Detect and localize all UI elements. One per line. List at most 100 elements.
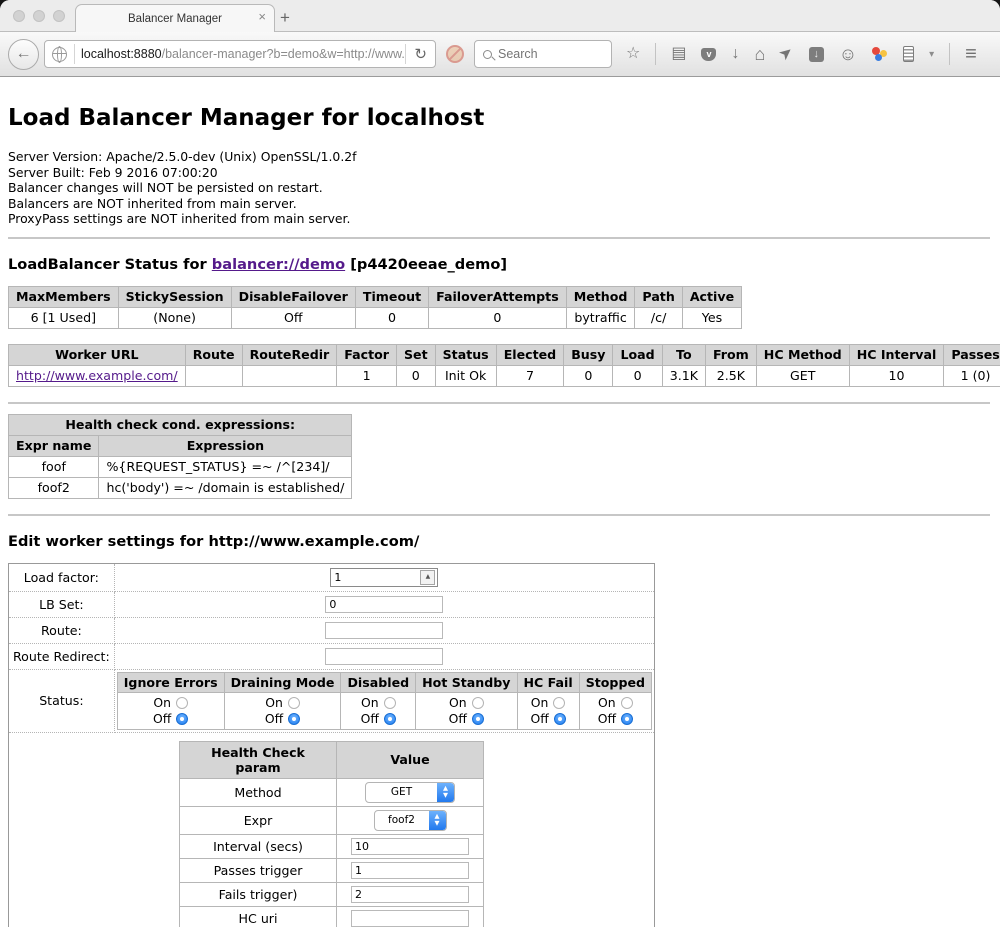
cell-passes: 1 (0) <box>944 365 1000 386</box>
minimize-window-button[interactable] <box>33 10 45 22</box>
reload-icon[interactable]: ↻ <box>406 45 435 63</box>
ignore-errors-on-radio[interactable] <box>176 697 188 709</box>
cell-timeout: 0 <box>355 307 428 328</box>
interval-input[interactable] <box>351 838 469 855</box>
reading-list-icon[interactable]: ▤ <box>671 46 686 62</box>
send-tab-icon[interactable]: ➤ <box>777 44 798 65</box>
search-bar[interactable] <box>474 40 612 68</box>
hc-row-interval: Interval (secs) <box>180 834 484 858</box>
url-bar[interactable]: localhost:8880/balancer-manager?b=demo&w… <box>44 40 436 68</box>
on-label: On <box>449 695 467 711</box>
downloads-icon[interactable]: ↓ <box>731 46 739 62</box>
draining-mode-on-radio[interactable] <box>288 697 300 709</box>
cell-status: Init Ok <box>435 365 496 386</box>
testpilot-dots-icon[interactable] <box>872 46 888 62</box>
on-label: On <box>598 695 616 711</box>
col-disabled: Disabled <box>341 672 416 692</box>
overflow-caret-icon[interactable]: ▾ <box>929 49 934 60</box>
divider <box>655 43 656 65</box>
search-input[interactable] <box>496 46 611 62</box>
new-tab-button[interactable]: + <box>280 8 290 28</box>
hc-uri-label: HC uri <box>180 906 337 927</box>
table-row: 6 [1 Used] (None) Off 0 0 bytraffic /c/ … <box>9 307 742 328</box>
feedback-smiley-icon[interactable]: ☺ <box>839 46 857 62</box>
bookmark-star-icon[interactable]: ☆ <box>626 46 640 62</box>
hc-fail-off-radio[interactable] <box>554 713 566 725</box>
col-worker-url: Worker URL <box>9 344 186 365</box>
status-cell-hot-standby: On Off <box>416 692 517 729</box>
stopped-off-radio[interactable] <box>621 713 633 725</box>
disabled-on-radio[interactable] <box>384 697 396 709</box>
route-input[interactable] <box>325 622 443 639</box>
panel-download-icon[interactable]: ↓ <box>809 47 824 62</box>
form-row-route-redirect: Route Redirect: <box>9 643 655 669</box>
number-spinner-icon[interactable]: ▲ <box>420 570 435 585</box>
status-cell-stopped: On Off <box>579 692 651 729</box>
route-label: Route: <box>9 617 115 643</box>
url-text[interactable]: localhost:8880/balancer-manager?b=demo&w… <box>75 47 405 61</box>
fails-input[interactable] <box>351 886 469 903</box>
nav-toolbar: ← localhost:8880/balancer-manager?b=demo… <box>0 32 1000 77</box>
load-factor-input[interactable]: 1 ▲ <box>330 568 438 587</box>
table-row: http://www.example.com/ 1 0 Init Ok 7 0 … <box>9 365 1000 386</box>
hc-uri-input[interactable] <box>351 910 469 927</box>
hot-standby-on-radio[interactable] <box>472 697 484 709</box>
form-row-route: Route: <box>9 617 655 643</box>
back-button[interactable]: ← <box>8 39 39 70</box>
lb-set-input[interactable] <box>325 596 443 613</box>
expr-select[interactable]: foof2 ▲▼ <box>374 810 447 831</box>
col-method: Method <box>566 286 635 307</box>
status-cell-draining-mode: On Off <box>224 692 341 729</box>
menu-icon[interactable]: ≡ <box>965 43 977 66</box>
cell-from: 2.5K <box>705 365 756 386</box>
off-label: Off <box>598 711 616 727</box>
cell-busy: 0 <box>564 365 613 386</box>
col-elected: Elected <box>496 344 564 365</box>
container-icon[interactable] <box>903 46 914 62</box>
table-header-row: MaxMembers StickySession DisableFailover… <box>9 286 742 307</box>
cell-stickysession: (None) <box>118 307 231 328</box>
off-label: Off <box>449 711 467 727</box>
method-select[interactable]: GET ▲▼ <box>365 782 455 803</box>
page-title: Load Balancer Manager for localhost <box>8 105 990 131</box>
site-identity-globe-icon[interactable] <box>52 47 67 62</box>
ignore-errors-off-radio[interactable] <box>176 713 188 725</box>
hc-fail-on-radio[interactable] <box>553 697 565 709</box>
col-busy: Busy <box>564 344 613 365</box>
divider <box>8 514 990 516</box>
close-window-button[interactable] <box>13 10 25 22</box>
pocket-icon[interactable]: v <box>701 48 716 61</box>
draining-mode-off-radio[interactable] <box>288 713 300 725</box>
cell-disablefailover: Off <box>231 307 355 328</box>
passes-input[interactable] <box>351 862 469 879</box>
route-redirect-label: Route Redirect: <box>9 643 115 669</box>
col-hc-fail: HC Fail <box>517 672 579 692</box>
cell-route <box>185 365 242 386</box>
home-icon[interactable]: ⌂ <box>754 46 765 62</box>
zoom-window-button[interactable] <box>53 10 65 22</box>
select-arrows-icon: ▲▼ <box>429 811 446 830</box>
col-active: Active <box>682 286 741 307</box>
tab-balancer-manager[interactable]: Balancer Manager × <box>75 4 275 32</box>
tab-close-icon[interactable]: × <box>258 10 266 24</box>
disabled-off-radio[interactable] <box>384 713 396 725</box>
cell-hc-interval: 10 <box>849 365 944 386</box>
form-row-load-factor: Load factor: 1 ▲ <box>9 563 655 591</box>
select-arrows-icon: ▲▼ <box>437 783 454 802</box>
adblock-icon[interactable] <box>446 45 464 63</box>
balancer-demo-link[interactable]: balancer://demo <box>212 256 345 273</box>
form-row-lb-set: LB Set: <box>9 591 655 617</box>
expr-table-title: Health check cond. expressions: <box>9 414 352 435</box>
col-expression: Expression <box>99 435 352 456</box>
hot-standby-off-radio[interactable] <box>472 713 484 725</box>
toolbar-icons: ☆ ▤ v ↓ ⌂ ➤ ↓ ☺ ▾ ≡ ▦ <box>626 43 1000 66</box>
col-routeredir: RouteRedir <box>242 344 337 365</box>
worker-url-link[interactable]: http://www.example.com/ <box>16 368 178 383</box>
off-label: Off <box>265 711 283 727</box>
route-redirect-input[interactable] <box>325 648 443 665</box>
cell-factor: 1 <box>337 365 397 386</box>
worker-table: Worker URL Route RouteRedir Factor Set S… <box>8 344 1000 387</box>
browser-window: Balancer Manager × + ← localhost:8880/ba… <box>0 0 1000 927</box>
stopped-on-radio[interactable] <box>621 697 633 709</box>
col-hc-param: Health Check param <box>180 741 337 778</box>
